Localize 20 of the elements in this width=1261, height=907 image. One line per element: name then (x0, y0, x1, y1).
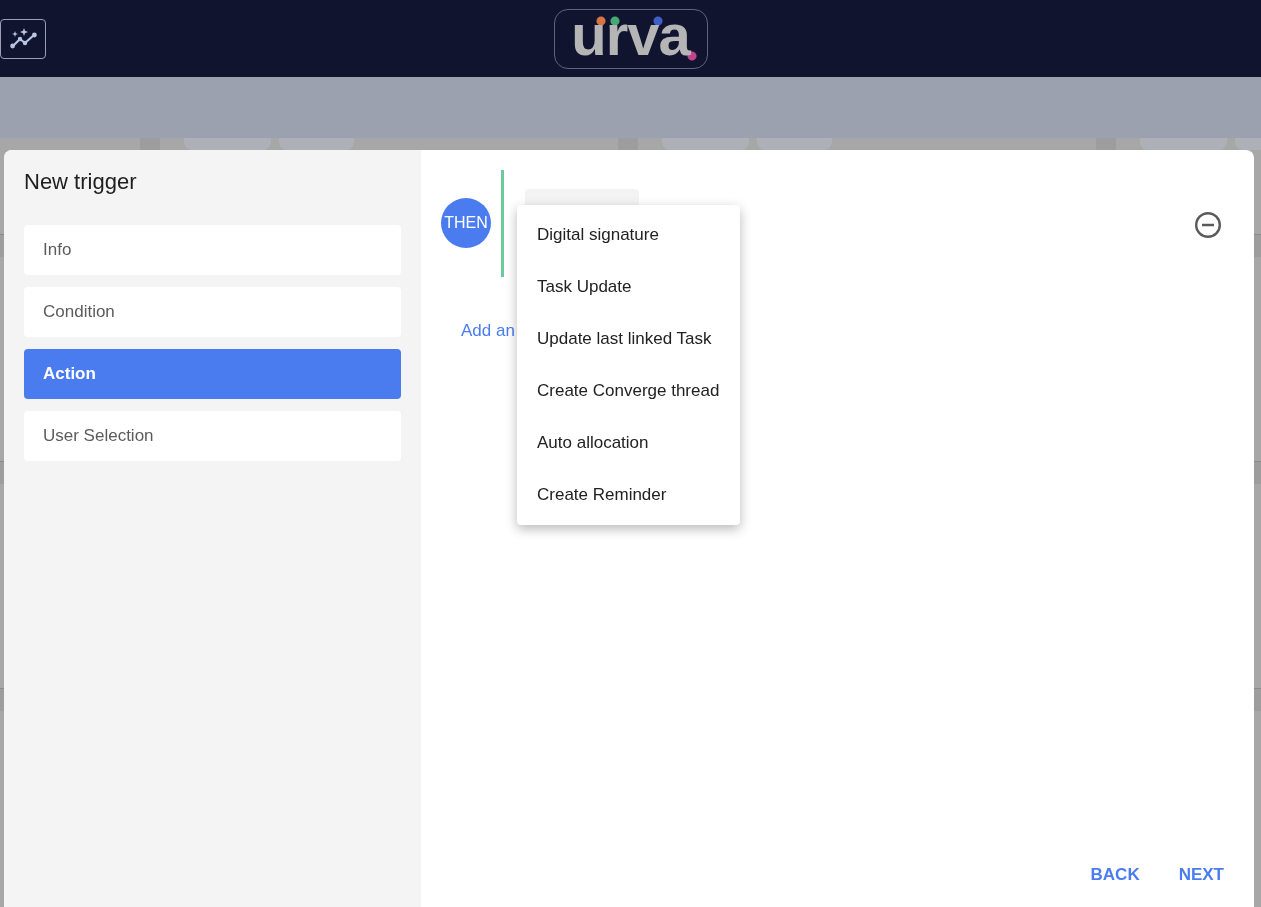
step-tab[interactable]: Condition (24, 287, 401, 337)
then-badge: THEN (441, 198, 491, 248)
step-tab[interactable]: User Selection (24, 411, 401, 461)
sparkle-chart-button[interactable] (0, 18, 46, 59)
footer-button[interactable]: BACK (1082, 857, 1148, 893)
tag-chip (1235, 138, 1261, 150)
menu-item[interactable]: Create Converge thread (517, 365, 740, 417)
menu-item[interactable]: Create Reminder (517, 469, 740, 521)
menu-item[interactable]: Digital signature (517, 209, 740, 261)
menu-item[interactable]: Update last linked Task (517, 313, 740, 365)
step-tab[interactable]: Info (24, 225, 401, 275)
sparkle-chart-icon (9, 28, 37, 49)
add-link[interactable]: Add an (461, 321, 515, 341)
footer-button[interactable]: NEXT (1170, 857, 1232, 893)
dialog-title: New trigger (24, 168, 138, 196)
minus-circle-icon[interactable] (1195, 212, 1221, 238)
menu-item[interactable]: Task Update (517, 261, 740, 313)
menu-item[interactable]: Auto allocation (517, 417, 740, 469)
step-tab[interactable]: Action (24, 349, 401, 399)
logo: urva (553, 8, 708, 69)
